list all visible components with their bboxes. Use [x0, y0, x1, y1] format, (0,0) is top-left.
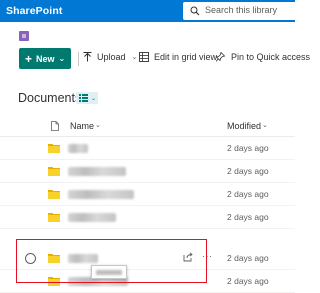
pin-quick-access-button[interactable]: Pin to Quick access: [216, 52, 310, 62]
list-item[interactable]: 2 days ago: [0, 160, 295, 183]
file-type-icon[interactable]: [51, 121, 59, 131]
search-placeholder[interactable]: Search this library: [205, 5, 277, 15]
folder-icon: [48, 213, 60, 222]
folder-name-redacted[interactable]: [68, 190, 134, 199]
command-divider: [78, 52, 79, 66]
new-button-label: New: [36, 53, 55, 64]
upload-label: Upload: [97, 52, 126, 62]
folder-name-redacted[interactable]: [68, 254, 98, 263]
list-item-hovered[interactable]: ··· 2 days ago: [0, 247, 295, 270]
plus-icon: +: [25, 51, 33, 66]
more-actions-icon[interactable]: ···: [202, 251, 213, 261]
library-title: Documents: [18, 91, 82, 105]
folder-name-redacted[interactable]: [68, 213, 116, 222]
name-column-header[interactable]: Name: [70, 121, 94, 131]
new-button[interactable]: + New ⌄: [19, 48, 71, 69]
edit-grid-view-label: Edit in grid view: [154, 52, 218, 62]
app-title[interactable]: SharePoint: [6, 5, 62, 17]
folder-name-redacted[interactable]: [68, 167, 126, 176]
folder-name-redacted[interactable]: [68, 144, 88, 153]
folder-icon: [48, 167, 60, 176]
modified-date: 2 days ago: [227, 212, 269, 222]
search-icon: [190, 6, 200, 16]
folder-icon: [48, 254, 60, 263]
chevron-down-icon: ⌄: [91, 95, 97, 102]
modified-date: 2 days ago: [227, 276, 269, 286]
command-bar: + New ⌄ Upload ⌄ Edit in grid view Pin t…: [0, 48, 310, 70]
view-switcher-button[interactable]: ⌄: [76, 92, 98, 104]
row-select-checkbox[interactable]: [25, 253, 36, 264]
suite-bar: SharePoint Search this library: [0, 0, 295, 22]
grid-icon: [139, 52, 149, 62]
modified-date: 2 days ago: [227, 189, 269, 199]
share-icon[interactable]: [183, 252, 193, 262]
chevron-down-icon[interactable]: ⌄: [95, 121, 101, 129]
hover-tooltip: [91, 265, 127, 279]
upload-icon: [83, 52, 92, 62]
search-box[interactable]: Search this library: [183, 2, 295, 20]
chevron-down-icon: ⌄: [131, 54, 138, 61]
upload-button[interactable]: Upload ⌄: [83, 52, 137, 62]
list-item[interactable]: 2 days ago: [0, 270, 295, 293]
list-item[interactable]: 2 days ago: [0, 206, 295, 229]
modified-column-header[interactable]: Modified: [227, 121, 261, 131]
list-view-icon: [79, 94, 88, 102]
modified-date: 2 days ago: [227, 253, 269, 263]
pin-quick-access-label: Pin to Quick access: [231, 52, 311, 62]
folder-icon: [48, 144, 60, 153]
list-header: Name ⌄ Modified ⌄: [0, 115, 295, 137]
site-logo[interactable]: [19, 31, 29, 41]
folder-icon: [48, 190, 60, 199]
list-item[interactable]: 2 days ago: [0, 137, 295, 160]
modified-date: 2 days ago: [227, 166, 269, 176]
list-item[interactable]: 2 days ago: [0, 183, 295, 206]
edit-grid-view-button[interactable]: Edit in grid view: [139, 52, 217, 62]
modified-date: 2 days ago: [227, 143, 269, 153]
tooltip-text-redacted: [96, 270, 122, 275]
chevron-down-icon[interactable]: ⌄: [262, 121, 268, 129]
chevron-down-icon: ⌄: [58, 54, 66, 63]
pin-icon: [216, 52, 226, 62]
folder-icon: [48, 277, 60, 286]
